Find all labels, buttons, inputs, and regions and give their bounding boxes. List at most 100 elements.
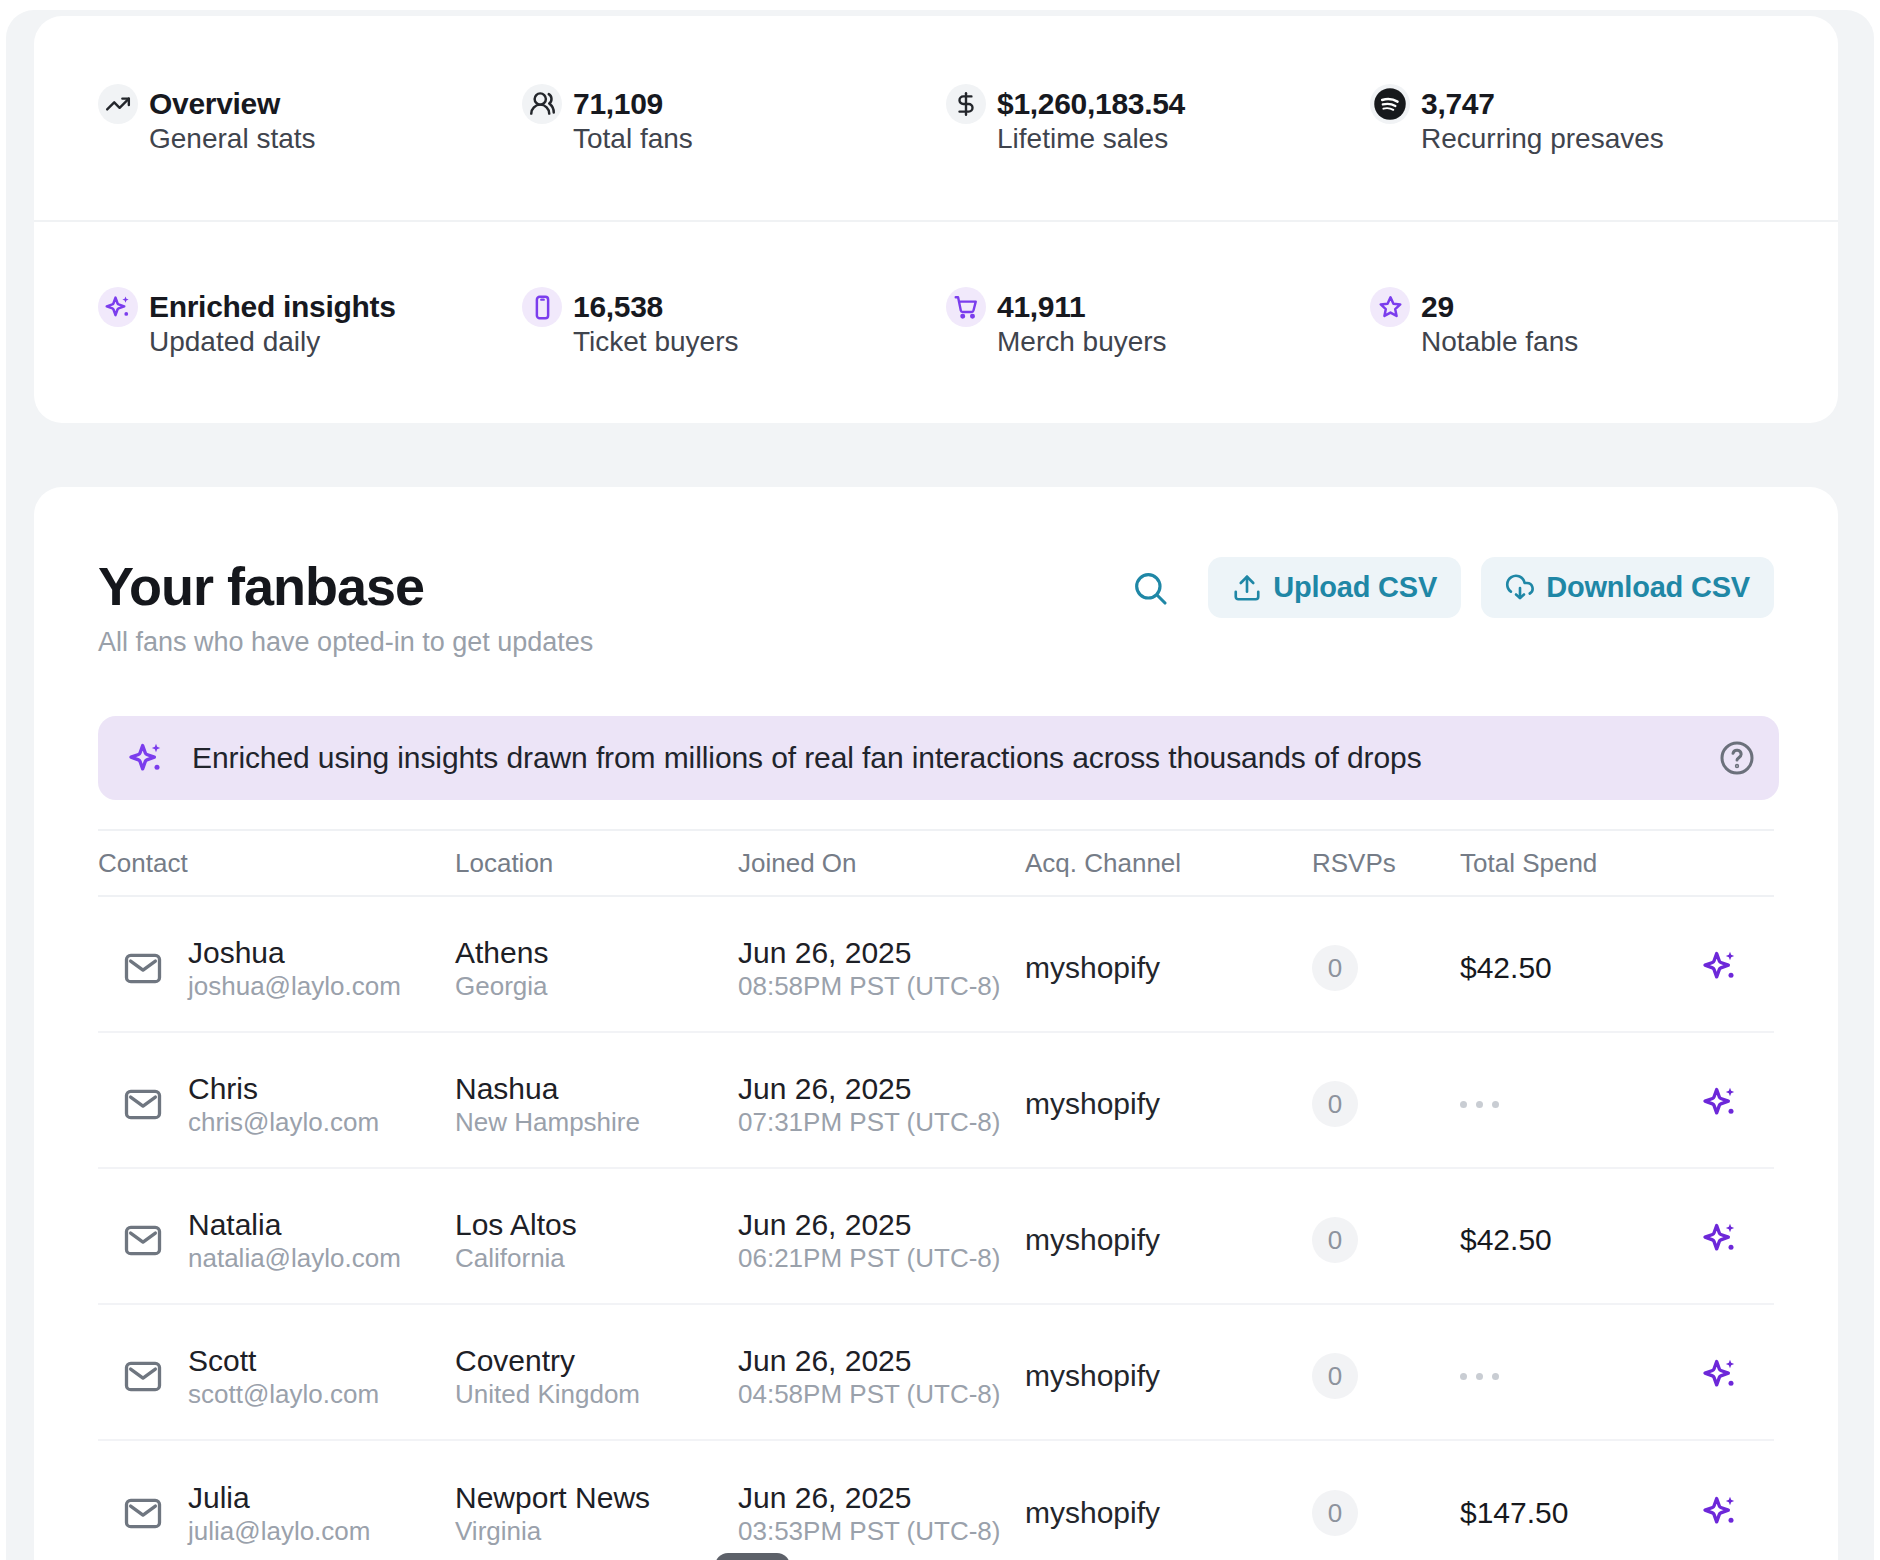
help-icon[interactable]	[1717, 738, 1757, 778]
stat-title: Overview	[149, 84, 316, 124]
acq-channel: myshopify	[1025, 1087, 1312, 1121]
acq-channel: myshopify	[1025, 1223, 1312, 1257]
stat-enriched-insights: Enriched insightsUpdated daily	[98, 287, 522, 356]
fan-city: Nashua	[455, 1070, 738, 1108]
table-row[interactable]: Juliajulia@laylo.com Newport NewsVirgini…	[98, 1441, 1774, 1560]
shopping-cart-icon	[946, 287, 986, 327]
stat-merch-buyers: 41,911Merch buyers	[946, 287, 1370, 356]
stat-notable-fans: 29Notable fans	[1370, 287, 1794, 356]
acq-channel: myshopify	[1025, 951, 1312, 985]
mail-icon	[123, 1088, 163, 1121]
download-csv-button[interactable]: Download CSV	[1481, 557, 1774, 618]
stat-subtitle: Lifetime sales	[997, 125, 1185, 153]
sparkles-icon	[98, 287, 138, 327]
table-row[interactable]: Scottscott@laylo.com CoventryUnited King…	[98, 1305, 1774, 1441]
smartphone-icon	[522, 287, 562, 327]
join-date: Jun 26, 2025	[738, 1479, 1025, 1517]
col-rsvps: RSVPs	[1312, 848, 1460, 879]
enrich-sparkles-icon[interactable]	[1700, 1491, 1740, 1535]
spend-ellipsis	[1460, 1101, 1650, 1108]
search-icon[interactable]	[1128, 566, 1172, 610]
col-joined-on: Joined On	[738, 848, 1025, 879]
total-spend: $147.50	[1460, 1496, 1650, 1530]
fan-city: Newport News	[455, 1479, 738, 1517]
join-time: 04:58PM PST (UTC-8)	[738, 1378, 1025, 1410]
fan-name: Joshua	[188, 934, 401, 972]
join-date: Jun 26, 2025	[738, 934, 1025, 972]
stat-overview: OverviewGeneral stats	[98, 84, 522, 153]
join-time: 06:21PM PST (UTC-8)	[738, 1242, 1025, 1274]
enrich-sparkles-icon[interactable]	[1700, 1218, 1740, 1262]
col-acq-channel: Acq. Channel	[1025, 848, 1312, 879]
enriched-banner: Enriched using insights drawn from milli…	[98, 716, 1779, 800]
fan-email: scott@laylo.com	[188, 1378, 379, 1410]
fan-email: natalia@laylo.com	[188, 1242, 401, 1274]
users-icon	[522, 84, 562, 124]
upload-icon	[1232, 573, 1262, 603]
stat-title: $1,260,183.54	[997, 84, 1185, 124]
spotify-icon	[1370, 84, 1410, 124]
download-csv-label: Download CSV	[1546, 571, 1750, 604]
fan-email: joshua@laylo.com	[188, 970, 401, 1002]
total-spend: $42.50	[1460, 1223, 1650, 1257]
fanbase-table: Contact Location Joined On Acq. Channel …	[98, 829, 1774, 1560]
total-spend: $42.50	[1460, 951, 1650, 985]
sparkles-icon	[126, 738, 166, 778]
table-header: Contact Location Joined On Acq. Channel …	[98, 829, 1774, 897]
fan-city: Coventry	[455, 1342, 738, 1380]
stats-row-enriched: Enriched insightsUpdated daily 16,538Tic…	[34, 222, 1838, 421]
stats-card: OverviewGeneral stats 71,109Total fans $…	[34, 16, 1838, 423]
stat-title: 71,109	[573, 84, 693, 124]
stat-subtitle: Updated daily	[149, 328, 396, 356]
stat-subtitle: Ticket buyers	[573, 328, 738, 356]
join-date: Jun 26, 2025	[738, 1342, 1025, 1380]
enrich-sparkles-icon[interactable]	[1700, 946, 1740, 990]
banner-text: Enriched using insights drawn from milli…	[192, 741, 1422, 775]
join-time: 07:31PM PST (UTC-8)	[738, 1106, 1025, 1138]
page-subtitle: All fans who have opted-in to get update…	[98, 627, 1774, 658]
enrich-sparkles-icon[interactable]	[1700, 1082, 1740, 1126]
mail-icon	[123, 1497, 163, 1530]
stat-title: 3,747	[1421, 84, 1664, 124]
table-row[interactable]: Chrischris@laylo.com NashuaNew Hampshire…	[98, 1033, 1774, 1169]
stat-subtitle: Total fans	[573, 125, 693, 153]
scrollbar-thumb[interactable]	[715, 1553, 790, 1560]
rsvp-badge: 0	[1312, 945, 1358, 991]
rsvp-badge: 0	[1312, 1217, 1358, 1263]
enrich-sparkles-icon[interactable]	[1700, 1354, 1740, 1398]
col-total-spend: Total Spend	[1460, 848, 1650, 879]
stat-title: 29	[1421, 287, 1578, 327]
col-location: Location	[455, 848, 738, 879]
spend-ellipsis	[1460, 1373, 1650, 1380]
rsvp-badge: 0	[1312, 1490, 1358, 1536]
star-icon	[1370, 287, 1410, 327]
join-date: Jun 26, 2025	[738, 1206, 1025, 1244]
acq-channel: myshopify	[1025, 1359, 1312, 1393]
fan-city: Los Altos	[455, 1206, 738, 1244]
table-row[interactable]: Joshuajoshua@laylo.com AthensGeorgia Jun…	[98, 897, 1774, 1033]
join-time: 03:53PM PST (UTC-8)	[738, 1515, 1025, 1547]
stat-subtitle: Merch buyers	[997, 328, 1167, 356]
fan-name: Chris	[188, 1070, 379, 1108]
upload-csv-button[interactable]: Upload CSV	[1208, 557, 1461, 618]
mail-icon	[123, 1360, 163, 1393]
fan-region: Georgia	[455, 970, 738, 1002]
col-contact: Contact	[98, 848, 455, 879]
fan-name: Julia	[188, 1479, 370, 1517]
join-time: 08:58PM PST (UTC-8)	[738, 970, 1025, 1002]
stat-recurring-presaves: 3,747Recurring presaves	[1370, 84, 1794, 153]
rsvp-badge: 0	[1312, 1081, 1358, 1127]
stat-lifetime-sales: $1,260,183.54Lifetime sales	[946, 84, 1370, 153]
stat-subtitle: General stats	[149, 125, 316, 153]
table-row[interactable]: Natalianatalia@laylo.com Los AltosCalifo…	[98, 1169, 1774, 1305]
upload-csv-label: Upload CSV	[1273, 571, 1437, 604]
acq-channel: myshopify	[1025, 1496, 1312, 1530]
stat-title: Enriched insights	[149, 287, 396, 327]
stat-ticket-buyers: 16,538Ticket buyers	[522, 287, 946, 356]
mail-icon	[123, 952, 163, 985]
fan-city: Athens	[455, 934, 738, 972]
rsvp-badge: 0	[1312, 1353, 1358, 1399]
dollar-icon	[946, 84, 986, 124]
stat-subtitle: Notable fans	[1421, 328, 1578, 356]
fan-name: Scott	[188, 1342, 379, 1380]
